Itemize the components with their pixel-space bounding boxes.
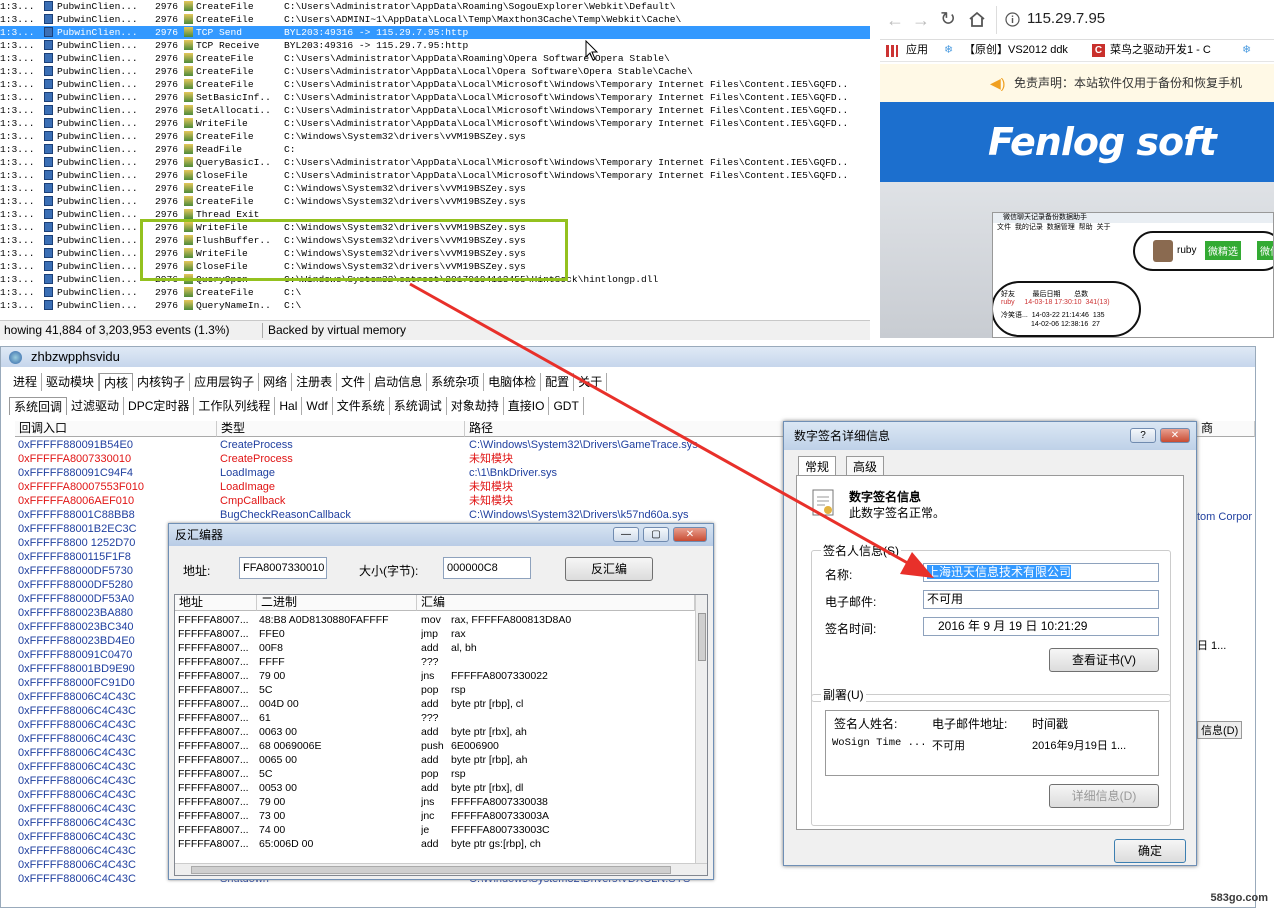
red-arrow bbox=[409, 282, 934, 578]
watermark: 583go.com bbox=[1210, 892, 1268, 904]
